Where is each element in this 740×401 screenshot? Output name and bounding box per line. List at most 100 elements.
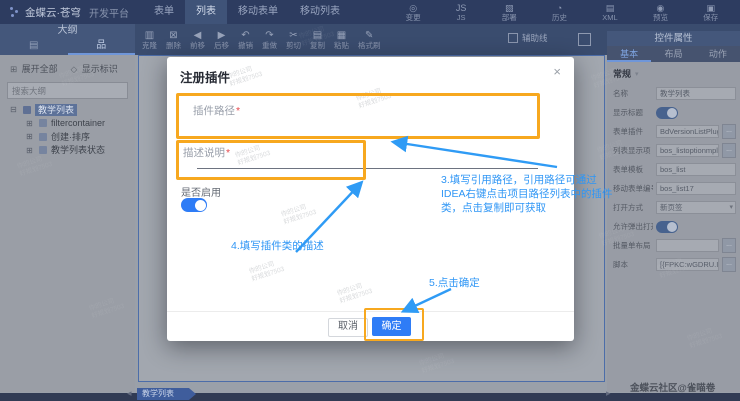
toolbar-label: 粘贴 bbox=[334, 41, 349, 50]
nav-action-button[interactable]: ◎ 变更 bbox=[406, 3, 421, 22]
toolbar-label: 删除 bbox=[166, 41, 181, 50]
toolbar-button[interactable]: ◀ 前移 bbox=[190, 30, 205, 50]
nav-action-label: 保存 bbox=[703, 13, 718, 22]
properties-section-header[interactable]: 常规 ▾ bbox=[607, 62, 740, 81]
tree-node[interactable]: ⊞ 创建·排序 bbox=[0, 130, 135, 144]
form-number-field[interactable]: bos_list17 bbox=[656, 182, 736, 195]
toolbar-label: 撤销 bbox=[238, 41, 253, 50]
form-plugin-field[interactable]: BdVersionListPlugin,BaseE bbox=[656, 125, 719, 138]
tree-node-label: 教学列表状态 bbox=[51, 144, 105, 156]
toolbar-button[interactable]: ⊠ 删除 bbox=[166, 30, 181, 50]
node-type-icon bbox=[39, 119, 47, 127]
nav-action-icon: ▧ bbox=[505, 3, 514, 13]
nav-action-button[interactable]: ◔ 历史 bbox=[552, 3, 567, 22]
show-id-link[interactable]: ◇ 显示标识 bbox=[71, 62, 118, 75]
chevron-down-icon: ▾ bbox=[635, 70, 639, 78]
nav-action-button[interactable]: ▤ XML bbox=[602, 3, 617, 22]
prop-row-form-plugin: 表单插件 BdVersionListPlugin,BaseE ... bbox=[613, 125, 736, 138]
toolbar-button[interactable]: ↷ 重做 bbox=[262, 30, 277, 50]
tree-node[interactable]: ⊟ 教学列表 bbox=[0, 103, 135, 117]
expand-all-icon: ⊞ bbox=[10, 64, 17, 74]
properties-panel-title: 控件属性 bbox=[607, 31, 740, 46]
tree-node-label: filtercontainer bbox=[51, 117, 105, 129]
open-mode-select[interactable]: 新页签▾ bbox=[656, 201, 736, 214]
outline-tree-tab[interactable]: 品 bbox=[68, 38, 136, 55]
dialog-footer-divider bbox=[167, 311, 574, 312]
toolbar-button[interactable]: ✂ 剪切 bbox=[286, 30, 301, 50]
prop-row-popup-open: 允许弹出打开 bbox=[613, 220, 736, 233]
step5-annotation: 5.点击确定 bbox=[429, 277, 480, 291]
properties-tab[interactable]: 布局 bbox=[651, 46, 695, 62]
toolbar-icon: ↶ bbox=[241, 30, 249, 41]
toolbar-icon: ▦ bbox=[337, 30, 346, 41]
guides-checkbox[interactable] bbox=[508, 33, 518, 43]
org-tree-icon: 品 bbox=[96, 40, 106, 51]
tree-expander-icon[interactable]: ⊟ bbox=[10, 105, 19, 114]
nav-action-icon: ▤ bbox=[606, 3, 615, 13]
step4-annotation: 4.填写插件类的描述 bbox=[231, 240, 324, 254]
outline-search-box bbox=[7, 82, 128, 99]
tab-scroll-right-icon[interactable]: ▸ bbox=[606, 388, 611, 399]
expand-all-link[interactable]: ⊞ 展开全部 bbox=[10, 62, 58, 75]
list-option-more-button[interactable]: ... bbox=[722, 143, 736, 158]
toolbar-label: 格式刷 bbox=[358, 41, 381, 50]
script-field[interactable]: [{FPKC:wGDRU.IoT:Typ bbox=[656, 258, 719, 271]
outline-panel-header: 大纲 ▤ 品 bbox=[0, 24, 135, 55]
outline-search-input[interactable] bbox=[8, 86, 127, 96]
platform-label: 开发平台 bbox=[89, 5, 129, 20]
toolbar-button[interactable]: ▥ 克隆 bbox=[142, 30, 157, 50]
bottom-page-tab[interactable]: 教学列表 bbox=[137, 388, 196, 400]
enabled-toggle[interactable] bbox=[181, 198, 207, 212]
show-title-toggle[interactable] bbox=[656, 107, 678, 119]
toolbar-label: 克隆 bbox=[142, 41, 157, 50]
toolbar-button[interactable]: ↶ 撤销 bbox=[238, 30, 253, 50]
nav-tab[interactable]: 列表 bbox=[185, 0, 227, 24]
nav-tab[interactable]: 移动表单 bbox=[227, 0, 289, 24]
script-more-button[interactable]: ... bbox=[722, 257, 736, 272]
nav-action-button[interactable]: ◉ 预览 bbox=[653, 3, 668, 22]
nav-action-label: 部署 bbox=[502, 13, 517, 22]
layers-icon: ▤ bbox=[29, 40, 38, 51]
toolbar-button[interactable]: ✎ 格式刷 bbox=[358, 30, 381, 50]
ok-button[interactable]: 确定 bbox=[372, 317, 411, 336]
form-template-field[interactable]: bos_list bbox=[656, 163, 736, 176]
prop-row-open-mode: 打开方式 新页签▾ bbox=[613, 201, 736, 214]
batch-layout-more-button[interactable]: ... bbox=[722, 238, 736, 253]
fullscreen-icon[interactable] bbox=[578, 33, 591, 46]
nav-action-label: JS bbox=[457, 13, 466, 22]
tree-expander-icon[interactable]: ⊞ bbox=[26, 146, 35, 155]
app-window: 金蝶云·苍穹 开发平台 表单 列表 移动表单 移动列表 ◎ 变更 JS JS ▧… bbox=[0, 0, 740, 401]
chevron-down-icon: ▾ bbox=[729, 202, 733, 213]
close-icon[interactable]: × bbox=[553, 64, 561, 79]
enabled-label: 是否启用 bbox=[181, 184, 221, 199]
name-field[interactable]: 教学列表 bbox=[656, 87, 736, 100]
nav-action-button[interactable]: JS JS bbox=[456, 3, 467, 22]
tab-scroll-left-icon[interactable]: ◂ bbox=[127, 388, 132, 399]
nav-action-button[interactable]: ▧ 部署 bbox=[502, 3, 517, 22]
toolbar-button[interactable]: ▤ 复制 bbox=[310, 30, 325, 50]
tree-expander-icon[interactable]: ⊞ bbox=[26, 119, 35, 128]
plugin-desc-label: 描述说明* bbox=[183, 145, 230, 160]
popup-open-toggle[interactable] bbox=[656, 221, 678, 233]
tree-node[interactable]: ⊞ filtercontainer bbox=[0, 117, 135, 131]
cancel-button[interactable]: 取消 bbox=[328, 318, 368, 337]
nav-action-icon: ◉ bbox=[657, 3, 665, 13]
toolbar-icon: ⊠ bbox=[169, 30, 177, 41]
properties-tab[interactable]: 基本 bbox=[607, 46, 651, 62]
desc-input[interactable] bbox=[197, 168, 538, 169]
list-option-field[interactable]: bos_listoptionmpl bbox=[656, 144, 719, 157]
nav-tab[interactable]: 移动列表 bbox=[289, 0, 351, 24]
form-plugin-more-button[interactable]: ... bbox=[722, 124, 736, 139]
tree-node[interactable]: ⊞ 教学列表状态 bbox=[0, 144, 135, 158]
outline-components-tab[interactable]: ▤ bbox=[0, 38, 68, 55]
guides-option[interactable]: 辅助线 bbox=[508, 32, 548, 44]
nav-tab[interactable]: 表单 bbox=[143, 0, 185, 24]
brand-title: 金蝶云·苍穹 bbox=[25, 5, 81, 20]
properties-tab[interactable]: 动作 bbox=[696, 46, 740, 62]
toolbar-button[interactable]: ▶ 后移 bbox=[214, 30, 229, 50]
nav-action-button[interactable]: ▣ 保存 bbox=[703, 3, 718, 22]
toolbar-label: 复制 bbox=[310, 41, 325, 50]
tree-expander-icon[interactable]: ⊞ bbox=[26, 132, 35, 141]
batch-layout-field[interactable] bbox=[656, 239, 719, 252]
toolbar-button[interactable]: ▦ 粘贴 bbox=[334, 30, 349, 50]
